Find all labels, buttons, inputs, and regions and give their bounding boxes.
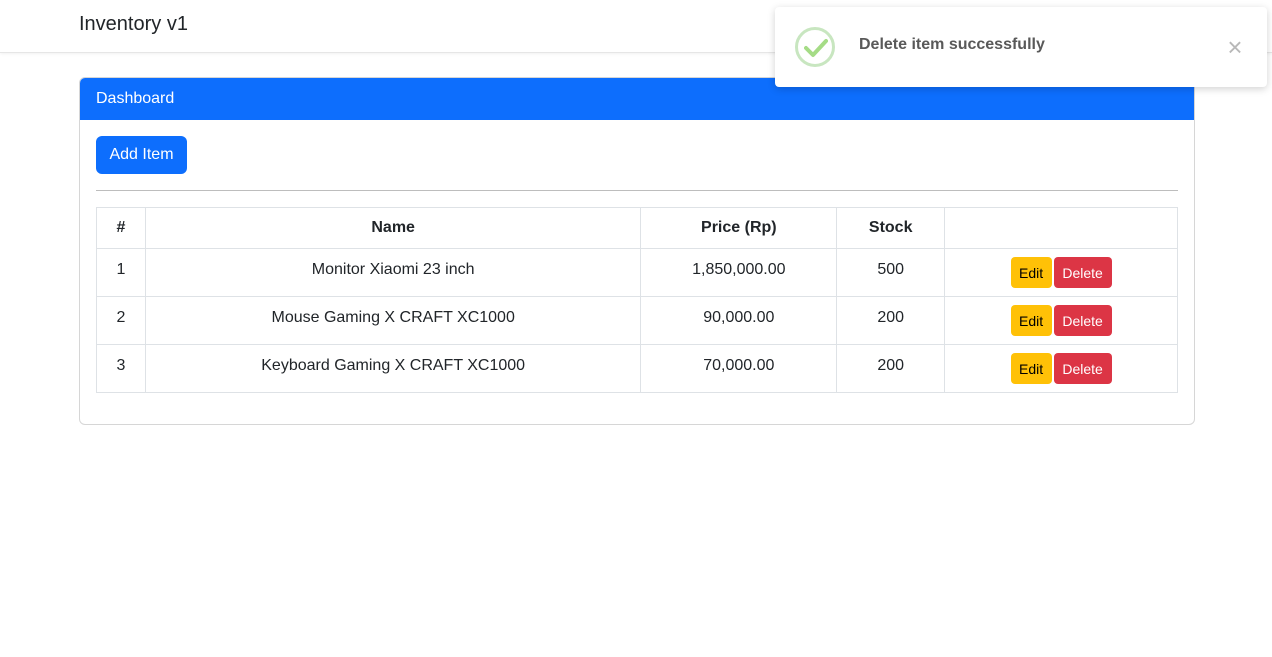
- column-header-price: Price (Rp): [640, 207, 838, 249]
- close-icon[interactable]: ×: [1223, 33, 1247, 61]
- cell-price: 90,000.00: [640, 296, 838, 345]
- edit-button[interactable]: Edit: [1010, 353, 1052, 384]
- cell-price: 1,850,000.00: [640, 248, 838, 297]
- table-row: 1 Monitor Xiaomi 23 inch 1,850,000.00 50…: [96, 248, 1178, 297]
- cell-stock: 200: [836, 344, 946, 393]
- column-header-number: #: [96, 207, 146, 249]
- edit-button[interactable]: Edit: [1010, 305, 1052, 336]
- column-header-name: Name: [144, 207, 642, 249]
- cell-number: 1: [96, 248, 146, 297]
- divider: [96, 190, 1178, 191]
- dashboard-card: Dashboard Add Item # Name Price (Rp) Sto…: [79, 77, 1195, 425]
- cell-price: 70,000.00: [640, 344, 838, 393]
- cell-name: Monitor Xiaomi 23 inch: [144, 248, 642, 297]
- cell-actions: Edit Delete: [944, 248, 1178, 297]
- cell-stock: 500: [836, 248, 946, 297]
- cell-stock: 200: [836, 296, 946, 345]
- inventory-table: # Name Price (Rp) Stock 1 Monitor Xiaomi…: [96, 207, 1178, 393]
- delete-button[interactable]: Delete: [1053, 257, 1112, 288]
- cell-name: Mouse Gaming X CRAFT XC1000: [144, 296, 642, 345]
- table-row: 3 Keyboard Gaming X CRAFT XC1000 70,000.…: [96, 344, 1178, 393]
- table-header-row: # Name Price (Rp) Stock: [96, 207, 1178, 249]
- delete-button[interactable]: Delete: [1053, 305, 1112, 336]
- cell-actions: Edit Delete: [944, 344, 1178, 393]
- delete-button[interactable]: Delete: [1053, 353, 1112, 384]
- cell-name: Keyboard Gaming X CRAFT XC1000: [144, 344, 642, 393]
- card-body: Add Item # Name Price (Rp) Stock 1 Monit…: [80, 120, 1194, 393]
- cell-number: 3: [96, 344, 146, 393]
- cell-actions: Edit Delete: [944, 296, 1178, 345]
- cell-number: 2: [96, 296, 146, 345]
- success-toast: Delete item successfully ×: [775, 7, 1267, 87]
- navbar-brand[interactable]: Inventory v1: [79, 13, 188, 36]
- column-header-stock: Stock: [836, 207, 946, 249]
- column-header-actions: [944, 207, 1178, 249]
- check-icon: [795, 27, 835, 67]
- add-item-button[interactable]: Add Item: [96, 136, 187, 174]
- edit-button[interactable]: Edit: [1010, 257, 1052, 288]
- table-row: 2 Mouse Gaming X CRAFT XC1000 90,000.00 …: [96, 296, 1178, 345]
- toast-message: Delete item successfully: [859, 36, 1045, 53]
